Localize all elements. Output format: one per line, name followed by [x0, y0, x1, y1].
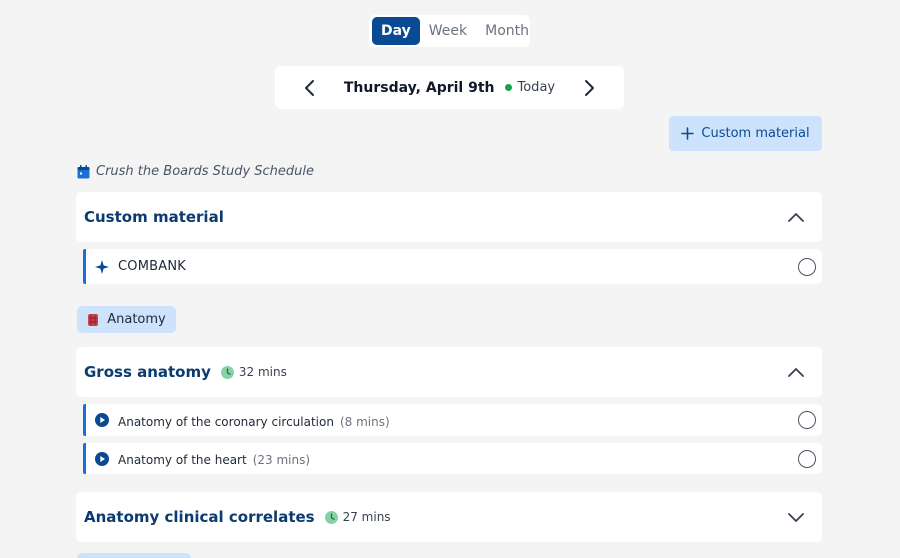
section-custom-material: Custom material — [76, 192, 822, 242]
section-anatomy-clinical-correlates: Anatomy clinical correlates 27 mins — [76, 492, 822, 542]
subject-chip-partial[interactable] — [77, 553, 191, 558]
collapse-toggle[interactable] — [784, 205, 808, 229]
previous-day-button[interactable] — [299, 76, 319, 100]
chevron-left-icon — [305, 79, 314, 96]
collapse-toggle[interactable] — [784, 360, 808, 384]
section-title: Gross anatomy — [84, 363, 211, 381]
complete-checkbox[interactable] — [798, 411, 816, 429]
section-gross-anatomy: Gross anatomy 32 mins — [76, 347, 822, 397]
play-icon — [95, 451, 109, 466]
view-tabs: Day Week Month — [369, 15, 530, 47]
schedule-title-text: Crush the Boards Study Schedule — [96, 164, 315, 179]
section-title: Custom material — [84, 208, 224, 226]
clock-icon — [220, 365, 234, 379]
section-duration: 32 mins — [220, 365, 287, 379]
add-custom-material-button[interactable]: Custom material — [669, 116, 822, 151]
task-duration: (23 mins) — [252, 453, 311, 467]
current-date: Thursday, April 9th — [343, 79, 495, 96]
date-navigator: Thursday, April 9th Today — [275, 66, 624, 109]
tab-day[interactable]: Day — [372, 17, 420, 45]
complete-checkbox[interactable] — [798, 449, 816, 468]
date-display: Thursday, April 9th Today — [344, 80, 555, 96]
calendar-icon — [77, 164, 90, 178]
tab-month[interactable]: Month — [476, 17, 538, 45]
subject-chip-anatomy[interactable]: Anatomy — [77, 306, 176, 333]
expand-toggle[interactable] — [784, 505, 808, 529]
next-day-button[interactable] — [580, 76, 600, 100]
plus-icon — [681, 127, 695, 140]
tab-week[interactable]: Week — [420, 17, 476, 45]
task-duration: (8 mins) — [339, 414, 390, 429]
section-title: Anatomy clinical correlates — [84, 508, 315, 526]
task-name: COMBANK — [118, 259, 186, 274]
add-button-label: Custom material — [701, 126, 810, 141]
task-name: Anatomy of the heart — [118, 453, 247, 467]
task-row[interactable]: Anatomy of the coronary circulation (8 mi… — [83, 404, 822, 436]
play-icon — [95, 413, 109, 427]
today-indicator: Today — [504, 80, 556, 95]
today-label: Today — [517, 80, 556, 95]
chevron-up-icon — [788, 367, 804, 377]
chevron-down-icon — [788, 512, 804, 522]
sparkle-icon — [95, 259, 109, 274]
section-duration: 27 mins — [324, 510, 391, 524]
subject-chip-label: Anatomy — [107, 312, 166, 327]
clock-icon — [324, 510, 338, 524]
task-row[interactable]: COMBANK — [83, 249, 822, 284]
task-name: Anatomy of the coronary circulation — [118, 414, 334, 429]
complete-checkbox[interactable] — [798, 257, 816, 276]
duration-text: 27 mins — [342, 510, 391, 524]
chevron-right-icon — [584, 79, 594, 96]
task-row[interactable]: Anatomy of the heart (23 mins) — [83, 443, 822, 474]
today-dot-icon — [504, 84, 512, 91]
duration-text: 32 mins — [238, 365, 287, 379]
schedule-title: Crush the Boards Study Schedule — [77, 164, 314, 179]
chevron-up-icon — [788, 212, 804, 222]
anatomy-icon — [88, 313, 99, 326]
